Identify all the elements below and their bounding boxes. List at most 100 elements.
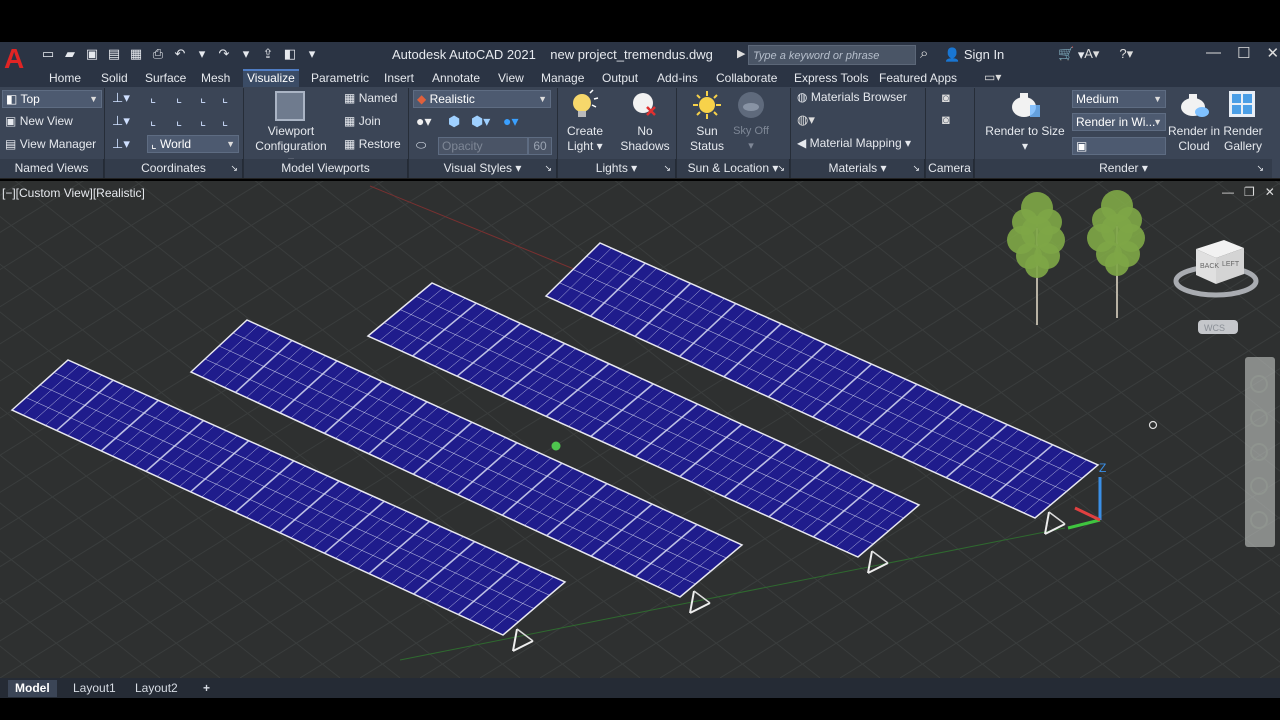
close-icon[interactable]: ✕: [1266, 44, 1279, 62]
cart-icon[interactable]: 🛒: [1058, 46, 1074, 62]
tab-annotate[interactable]: Annotate: [428, 69, 484, 87]
named-viewports-button[interactable]: ▦ Named: [344, 91, 397, 105]
camera-display-icon[interactable]: ◙: [942, 112, 950, 127]
restore-viewports-button[interactable]: ▦ Restore: [344, 137, 401, 151]
ucs-settings-icon[interactable]: ⊥▾: [112, 136, 130, 152]
layout-tab-layout2[interactable]: Layout2: [128, 680, 185, 697]
viewport-minimize-icon[interactable]: —: [1222, 185, 1234, 199]
ucs-face-icon[interactable]: ⌞: [200, 113, 206, 129]
ucs-3point-icon[interactable]: ⌞: [222, 113, 228, 129]
dialog-launcher-icon[interactable]: ↘: [777, 159, 785, 178]
create-light-button[interactable]: Create Light ▾: [560, 124, 610, 154]
ucs-origin-icon[interactable]: ⌞: [150, 90, 156, 106]
render-in-cloud-button[interactable]: Render in Cloud: [1166, 124, 1222, 154]
ucs-x-icon[interactable]: ⌞: [176, 90, 182, 106]
tab-solid[interactable]: Solid: [97, 69, 132, 87]
viewport-close-icon[interactable]: ✕: [1265, 185, 1275, 199]
panel-footer-camera[interactable]: Camera: [926, 159, 974, 178]
ucs-z-icon[interactable]: ⌞: [222, 90, 228, 106]
render-to-size-button[interactable]: Render to Size ▾: [982, 124, 1068, 154]
sun-status-button[interactable]: Sun Status: [682, 124, 732, 154]
ucs-combo[interactable]: ⌞ World ▼: [147, 135, 239, 153]
ucs-icon[interactable]: ⊥▾: [112, 90, 130, 106]
layout-tab-model[interactable]: Model: [8, 680, 57, 697]
face-style-icon[interactable]: ⬢: [448, 113, 460, 130]
scene-canvas[interactable]: Z BACK LEFT WCS: [0, 181, 1280, 678]
tab-featured-apps[interactable]: Featured Apps: [875, 69, 961, 87]
dialog-launcher-icon[interactable]: ↘: [912, 159, 920, 178]
save-icon[interactable]: ▣: [84, 46, 100, 62]
render-in-combo[interactable]: Render in Wi... ▼: [1072, 113, 1166, 131]
create-camera-icon[interactable]: ◙: [942, 90, 950, 105]
ucs-named-icon[interactable]: ⊥▾: [112, 113, 130, 129]
render-to-size-icon[interactable]: [1008, 89, 1042, 121]
panel-footer-sun-location[interactable]: Sun & Location ▾ ↘: [677, 159, 790, 178]
panel-footer-model-viewports[interactable]: Model Viewports: [244, 159, 408, 178]
dialog-launcher-icon[interactable]: ↘: [663, 159, 671, 178]
no-shadows-button[interactable]: No Shadows: [620, 124, 670, 154]
model-viewport[interactable]: Z BACK LEFT WCS: [0, 181, 1280, 678]
layout-tab-layout1[interactable]: Layout1: [66, 680, 123, 697]
tab-add-ins[interactable]: Add-ins: [653, 69, 702, 87]
panel-footer-lights[interactable]: Lights ▾ ↘: [558, 159, 676, 178]
tab-output[interactable]: Output: [598, 69, 642, 87]
viewport-configuration-icon[interactable]: [275, 91, 305, 121]
render-quality-combo[interactable]: Medium ▼: [1072, 90, 1166, 108]
panel-footer-coordinates[interactable]: Coordinates ↘: [105, 159, 243, 178]
panel-footer-visual-styles[interactable]: Visual Styles ▾ ↘: [409, 159, 557, 178]
materials-attach-icon[interactable]: ◍▾: [797, 112, 815, 128]
open-folder-icon[interactable]: ▰: [62, 46, 78, 62]
tab-parametric[interactable]: Parametric: [307, 69, 373, 87]
tab-manage[interactable]: Manage: [537, 69, 588, 87]
panel-footer-render[interactable]: Render ▾ ↘: [975, 159, 1272, 178]
redo-icon[interactable]: ↷: [216, 46, 232, 62]
xray-icon[interactable]: ⬭: [416, 138, 426, 153]
search-expand-icon[interactable]: ▶: [737, 47, 745, 60]
opacity-value-field[interactable]: 60: [528, 137, 552, 155]
render-gallery-icon[interactable]: [1228, 90, 1256, 118]
new-file-icon[interactable]: ▭: [40, 46, 56, 62]
autodesk-app-icon[interactable]: A▾: [1084, 46, 1099, 62]
tab-home[interactable]: Home: [45, 69, 85, 87]
material-mapping-button[interactable]: ◀ Material Mapping ▾: [797, 136, 911, 150]
publish-icon[interactable]: ◧: [282, 46, 298, 62]
named-view-combo[interactable]: ◧ Top ▼: [2, 90, 102, 108]
tab-collaborate[interactable]: Collaborate: [712, 69, 781, 87]
ucs-object-icon[interactable]: ⌞: [176, 113, 182, 129]
render-in-cloud-icon[interactable]: [1178, 90, 1210, 120]
sky-off-icon[interactable]: [736, 90, 766, 120]
visual-style-combo[interactable]: ◆ Realistic ▼: [413, 90, 551, 108]
sky-off-button[interactable]: Sky Off ▾: [728, 124, 774, 154]
dialog-launcher-icon[interactable]: ↘: [1256, 159, 1264, 178]
opacity-field[interactable]: Opacity: [438, 137, 528, 155]
viewport-controls-label[interactable]: [−][Custom View][Realistic]: [2, 186, 145, 200]
tab-surface[interactable]: Surface: [141, 69, 190, 87]
edge-effects-icon[interactable]: ●▾: [416, 113, 431, 130]
tab-insert[interactable]: Insert: [380, 69, 418, 87]
sun-status-icon[interactable]: [692, 90, 722, 120]
materials-browser-button[interactable]: ◍ Materials Browser: [797, 90, 907, 104]
viewport-restore-icon[interactable]: ❐: [1244, 185, 1255, 199]
search-input[interactable]: Type a keyword or phrase: [748, 45, 916, 65]
ucs-y-icon[interactable]: ⌞: [200, 90, 206, 106]
render-gallery-button[interactable]: Render Gallery: [1220, 124, 1266, 154]
backgrounds-icon[interactable]: ●▾: [503, 113, 518, 130]
tab-mesh[interactable]: Mesh: [197, 69, 234, 87]
panel-footer-materials[interactable]: Materials ▾ ↘: [791, 159, 925, 178]
ribbon-minimize-icon[interactable]: ▭▾: [984, 70, 1001, 84]
tab-express-tools[interactable]: Express Tools: [790, 69, 872, 87]
new-view-button[interactable]: ▣ New View: [5, 114, 73, 128]
minimize-icon[interactable]: —: [1206, 44, 1221, 62]
dialog-launcher-icon[interactable]: ↘: [230, 159, 238, 178]
render-output-field[interactable]: ▣: [1072, 137, 1166, 155]
panel-footer-named-views[interactable]: Named Views: [0, 159, 104, 178]
point-light-marker[interactable]: [551, 441, 561, 451]
help-icon[interactable]: ?▾: [1119, 46, 1133, 62]
redo-dropdown-icon[interactable]: ▾: [238, 46, 254, 62]
join-viewports-button[interactable]: ▦ Join: [344, 114, 381, 128]
customize-qat-icon[interactable]: ▾: [304, 46, 320, 62]
web-save-icon[interactable]: ▦: [128, 46, 144, 62]
lighting-quality-icon[interactable]: ⬢▾: [471, 113, 490, 130]
tab-visualize[interactable]: Visualize: [243, 69, 299, 87]
tab-view[interactable]: View: [494, 69, 528, 87]
